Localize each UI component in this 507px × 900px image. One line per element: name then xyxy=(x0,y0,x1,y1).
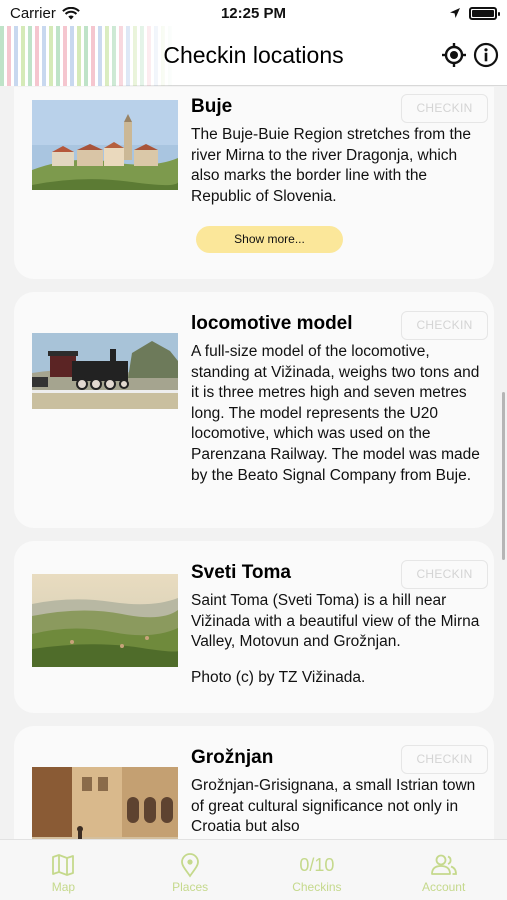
checkin-button[interactable]: CHECKIN xyxy=(401,311,488,340)
tab-label: Checkins xyxy=(292,880,342,894)
checkin-button[interactable]: CHECKIN xyxy=(401,560,488,589)
location-arrow-icon xyxy=(450,8,460,18)
tab-label: Places xyxy=(172,880,209,894)
show-more-button[interactable]: Show more... xyxy=(196,226,343,253)
tab-label: Map xyxy=(51,880,76,894)
map-icon xyxy=(52,854,75,876)
location-title: Grožnjan xyxy=(191,747,274,768)
carrier-label: Carrier xyxy=(10,4,56,22)
tab-places[interactable]: Places xyxy=(127,840,254,900)
location-title: locomotive model xyxy=(191,313,353,334)
status-right-group xyxy=(449,6,500,20)
nav-bar: Checkin locations xyxy=(0,26,507,86)
locations-list[interactable]: Buje CHECKIN The Buje-Buie Region stretc… xyxy=(0,87,507,839)
location-title: Sveti Toma xyxy=(191,562,291,583)
location-card-locomotive: locomotive model CHECKIN A full-size mod… xyxy=(14,292,494,528)
checkins-count: 0/10 xyxy=(299,855,335,875)
location-photo-buje xyxy=(32,100,178,190)
location-description: Saint Toma (Sveti Toma) is a hill near V… xyxy=(191,592,480,651)
location-photo-locomotive xyxy=(32,333,178,409)
account-icon xyxy=(430,854,457,875)
status-carrier-group: Carrier xyxy=(10,5,80,22)
tab-checkins[interactable]: 0/10 Checkins xyxy=(254,840,381,900)
photo-credit: Photo (c) by TZ Vižinada. xyxy=(191,669,366,686)
header-stripes-decoration xyxy=(0,26,175,86)
location-description: The Buje-Buie Region stretches from the … xyxy=(191,126,471,205)
wifi-icon xyxy=(62,6,80,19)
location-title: Buje xyxy=(191,96,233,117)
battery-icon xyxy=(469,6,500,20)
page-title: Checkin locations xyxy=(163,42,344,68)
tab-label: Account xyxy=(421,880,466,894)
status-bar: Carrier 12:25 PM xyxy=(0,0,507,26)
places-pin-icon xyxy=(181,853,200,878)
location-card-buje: Buje CHECKIN The Buje-Buie Region stretc… xyxy=(14,87,494,279)
tab-account[interactable]: Account xyxy=(380,840,507,900)
checkin-button[interactable]: CHECKIN xyxy=(401,745,488,774)
scroll-indicator[interactable] xyxy=(502,392,505,560)
tab-map[interactable]: Map xyxy=(0,840,127,900)
location-description: Grožnjan-Grisignana, a small Istrian tow… xyxy=(191,777,476,836)
location-target-icon[interactable] xyxy=(441,42,467,68)
nav-actions xyxy=(441,42,499,68)
location-card-sveti-toma: Sveti Toma CHECKIN Saint Toma (Sveti Tom… xyxy=(14,541,494,713)
tab-bar: Map Places 0/10 Checkins Account xyxy=(0,839,507,900)
location-description: A full-size model of the locomotive, sta… xyxy=(191,343,480,484)
checkin-button[interactable]: CHECKIN xyxy=(401,94,488,123)
location-photo-groznjan xyxy=(32,767,178,839)
location-photo-sveti-toma xyxy=(32,574,178,667)
info-icon[interactable] xyxy=(473,42,499,68)
location-card-groznjan: Grožnjan CHECKIN Grožnjan-Grisignana, a … xyxy=(14,726,494,839)
